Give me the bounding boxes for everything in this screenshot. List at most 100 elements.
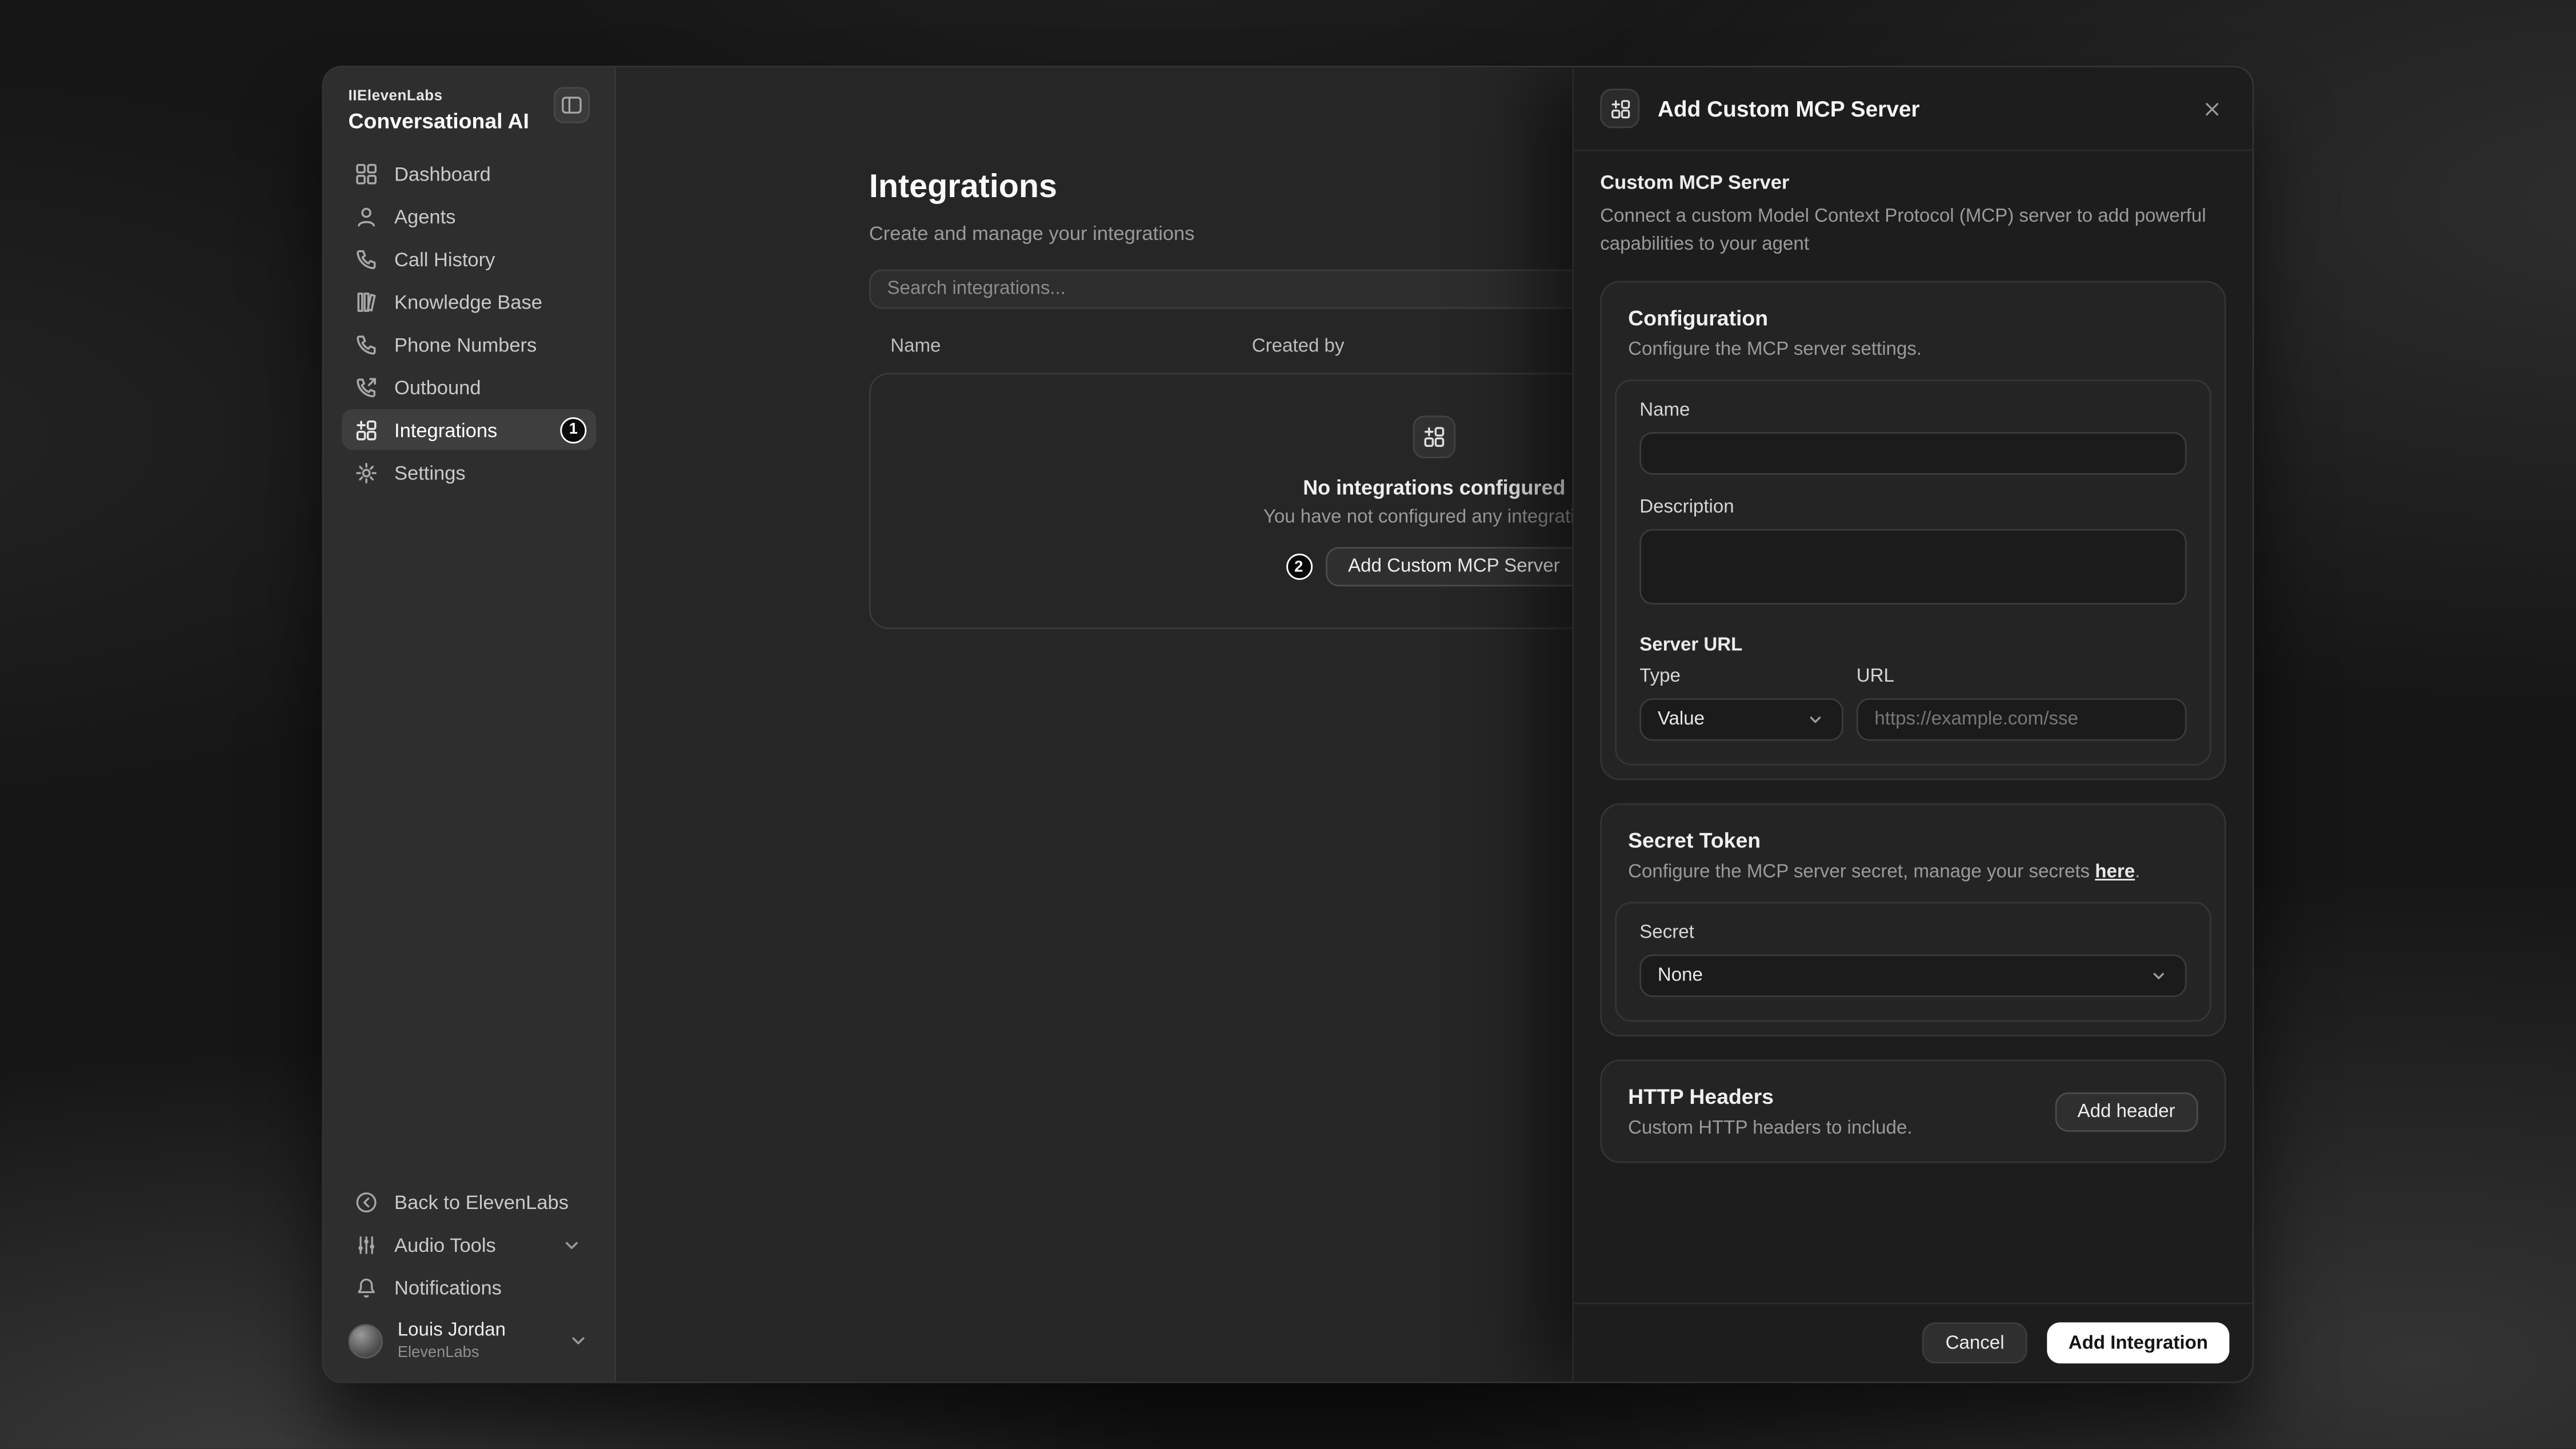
user-org: ElevenLabs bbox=[398, 1343, 506, 1362]
add-mcp-server-dialog: Add Custom MCP Server Custom MCP Server … bbox=[1572, 67, 2252, 1382]
sidebar-item-dashboard[interactable]: Dashboard bbox=[342, 153, 597, 194]
dialog-footer: Cancel Add Integration bbox=[1574, 1303, 2252, 1382]
add-custom-mcp-server-button[interactable]: Add Custom MCP Server bbox=[1325, 547, 1583, 586]
sidebar-item-agents[interactable]: Agents bbox=[342, 195, 597, 237]
sidebar-item-settings[interactable]: Settings bbox=[342, 452, 597, 493]
close-icon[interactable] bbox=[2197, 94, 2226, 123]
description-input[interactable] bbox=[1639, 530, 2186, 605]
sidebar-toggle-icon bbox=[560, 94, 583, 117]
sidebar-item-integrations[interactable]: Integrations 1 bbox=[342, 409, 597, 450]
sidebar-item-label: Knowledge Base bbox=[394, 290, 542, 313]
main-content: Integrations Create and manage your inte… bbox=[616, 67, 2253, 1382]
sidebar-item-outbound[interactable]: Outbound bbox=[342, 366, 597, 407]
brand-block: IIElevenLabs Conversational AI bbox=[349, 87, 529, 133]
audio-tools-icon bbox=[355, 1234, 378, 1257]
dialog-section-description: Connect a custom Model Context Protocol … bbox=[1600, 204, 2226, 259]
name-input[interactable] bbox=[1639, 433, 2186, 475]
outbound-icon bbox=[355, 375, 378, 398]
secret-subtitle-text: Configure the MCP server secret, manage … bbox=[1628, 863, 2095, 883]
footer-item-label: Back to ElevenLabs bbox=[394, 1191, 569, 1214]
avatar bbox=[349, 1324, 383, 1358]
http-headers-subtitle: Custom HTTP headers to include. bbox=[1628, 1119, 1912, 1139]
user-name: Louis Jordan bbox=[398, 1320, 506, 1343]
empty-state-description: You have not configured any integrations bbox=[1263, 507, 1605, 527]
chevron-down-icon bbox=[1806, 710, 1826, 730]
configuration-subtitle: Configure the MCP server settings. bbox=[1628, 341, 2198, 361]
http-headers-title: HTTP Headers bbox=[1628, 1084, 1912, 1109]
knowledge-base-icon bbox=[355, 290, 378, 313]
integrations-icon bbox=[1413, 415, 1456, 458]
bell-icon bbox=[355, 1277, 378, 1300]
sidebar-item-label: Outbound bbox=[394, 375, 481, 398]
url-input[interactable] bbox=[1857, 699, 2187, 742]
configuration-fields: Name Description Server URL Type Value bbox=[1615, 380, 2211, 766]
dialog-header: Add Custom MCP Server bbox=[1574, 67, 2252, 151]
column-header-name: Name bbox=[869, 337, 1252, 357]
app-window: IIElevenLabs Conversational AI Dashboard… bbox=[322, 66, 2254, 1383]
integrations-icon bbox=[355, 418, 378, 441]
server-url-label: Server URL bbox=[1639, 637, 2186, 657]
sidebar-item-label: Call History bbox=[394, 247, 495, 270]
annotation-marker-1: 1 bbox=[560, 417, 586, 443]
chevron-down-icon bbox=[560, 1234, 583, 1257]
integrations-icon bbox=[1600, 89, 1639, 128]
cancel-button[interactable]: Cancel bbox=[1922, 1322, 2027, 1363]
settings-icon bbox=[355, 461, 378, 483]
secret-fields: Secret None bbox=[1615, 902, 2211, 1022]
http-headers-card: HTTP Headers Custom HTTP headers to incl… bbox=[1600, 1060, 2226, 1163]
dashboard-icon bbox=[355, 162, 378, 185]
secret-label: Secret bbox=[1639, 924, 2186, 944]
type-field: Type Value bbox=[1639, 667, 1843, 741]
secret-token-subtitle: Configure the MCP server secret, manage … bbox=[1628, 863, 2198, 883]
type-select[interactable]: Value bbox=[1639, 699, 1843, 742]
call-history-icon bbox=[355, 247, 378, 270]
secret-token-card: Secret Token Configure the MCP server se… bbox=[1600, 804, 2226, 1037]
add-integration-button[interactable]: Add Integration bbox=[2047, 1322, 2229, 1363]
secret-select[interactable]: None bbox=[1639, 955, 2186, 998]
sidebar-item-label: Settings bbox=[394, 461, 466, 483]
sidebar-collapse-button[interactable] bbox=[554, 87, 590, 123]
sidebar-header: IIElevenLabs Conversational AI bbox=[342, 84, 597, 150]
annotation-marker-2: 2 bbox=[1286, 554, 1312, 580]
sidebar: IIElevenLabs Conversational AI Dashboard… bbox=[323, 67, 616, 1382]
user-meta: Louis Jordan ElevenLabs bbox=[398, 1320, 506, 1362]
sidebar-item-knowledge-base[interactable]: Knowledge Base bbox=[342, 281, 597, 322]
configuration-title: Configuration bbox=[1628, 306, 2198, 331]
type-select-value: Value bbox=[1658, 710, 1705, 730]
secret-token-title: Secret Token bbox=[1628, 828, 2198, 853]
sidebar-item-label: Integrations bbox=[394, 418, 497, 441]
back-circle-icon bbox=[355, 1191, 378, 1214]
agents-icon bbox=[355, 205, 378, 227]
brand-logo: IIElevenLabs bbox=[349, 87, 529, 103]
footer-item-label: Notifications bbox=[394, 1277, 502, 1300]
server-url-row: Type Value URL bbox=[1639, 667, 2186, 741]
user-menu[interactable]: Louis Jordan ElevenLabs bbox=[342, 1311, 597, 1362]
audio-tools-menu[interactable]: Audio Tools bbox=[342, 1225, 597, 1266]
sidebar-nav: Dashboard Agents Call History Knowledge … bbox=[342, 153, 597, 493]
sidebar-item-phone-numbers[interactable]: Phone Numbers bbox=[342, 323, 597, 365]
notifications-button[interactable]: Notifications bbox=[342, 1268, 597, 1309]
configuration-card: Configuration Configure the MCP server s… bbox=[1600, 282, 2226, 781]
chevron-down-icon bbox=[567, 1330, 590, 1352]
empty-state-action: 2 Add Custom MCP Server bbox=[1286, 547, 1583, 586]
sidebar-footer: Back to ElevenLabs Audio Tools Notificat… bbox=[342, 1182, 597, 1362]
dialog-title: Add Custom MCP Server bbox=[1658, 96, 1920, 121]
phone-numbers-icon bbox=[355, 333, 378, 355]
sidebar-item-label: Agents bbox=[394, 205, 455, 227]
dialog-section-title: Custom MCP Server bbox=[1600, 171, 2226, 194]
footer-item-label: Audio Tools bbox=[394, 1234, 496, 1257]
chevron-down-icon bbox=[2149, 966, 2169, 986]
secret-select-value: None bbox=[1658, 966, 1703, 986]
description-label: Description bbox=[1639, 498, 2186, 518]
back-to-elevenlabs-link[interactable]: Back to ElevenLabs bbox=[342, 1182, 597, 1223]
sidebar-item-label: Dashboard bbox=[394, 162, 491, 185]
type-label: Type bbox=[1639, 667, 1843, 687]
secret-subtitle-period: . bbox=[2135, 863, 2140, 883]
http-headers-text: HTTP Headers Custom HTTP headers to incl… bbox=[1628, 1084, 1912, 1139]
manage-secrets-link[interactable]: here bbox=[2095, 863, 2135, 883]
sidebar-item-call-history[interactable]: Call History bbox=[342, 238, 597, 279]
add-header-button[interactable]: Add header bbox=[2054, 1092, 2198, 1131]
dialog-body: Custom MCP Server Connect a custom Model… bbox=[1574, 151, 2252, 1303]
name-label: Name bbox=[1639, 401, 2186, 421]
empty-state-title: No integrations configured bbox=[1303, 477, 1565, 499]
